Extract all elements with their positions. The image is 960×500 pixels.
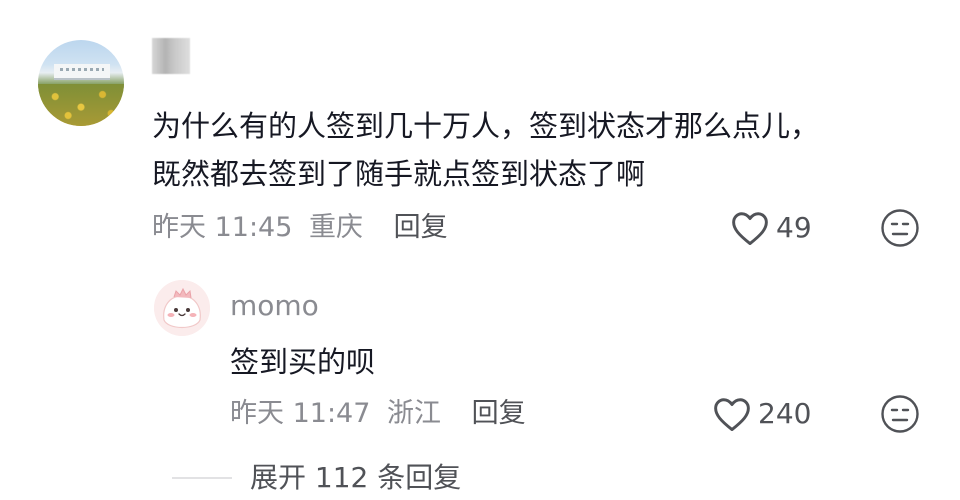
- comment-body: 为什么有的人签到几十万人，签到状态才那么点儿， 既然都去签到了随手就点签到状态了…: [152, 102, 912, 198]
- reply-time: 昨天 11:47: [230, 398, 371, 429]
- avatar-sunflower-field: [38, 84, 124, 126]
- commenter-name-blurred[interactable]: [152, 38, 190, 74]
- reply-reply-button[interactable]: 回复: [472, 398, 526, 429]
- comment-reply-button[interactable]: 回复: [394, 212, 448, 243]
- commenter-avatar[interactable]: [38, 40, 124, 126]
- comment-line-2: 既然都去签到了随手就点签到状态了啊: [152, 157, 646, 191]
- cute-cartoon-avatar-icon: [154, 280, 210, 336]
- comment-like-button[interactable]: 49: [730, 208, 812, 248]
- comment-line-1: 为什么有的人签到几十万人，签到状态才那么点儿，: [152, 109, 820, 143]
- comment-like-count: 49: [776, 211, 812, 244]
- reply-like-count: 240: [758, 397, 812, 430]
- avatar-building: [54, 64, 110, 80]
- reply-username[interactable]: momo: [230, 286, 319, 326]
- comment-location: 重庆: [309, 212, 363, 243]
- reply-like-button[interactable]: 240: [712, 394, 811, 434]
- expand-divider: [172, 477, 232, 479]
- comment-time: 昨天 11:45: [152, 212, 293, 243]
- comment-meta: 昨天 11:45 重庆 回复: [152, 208, 448, 248]
- meh-face-icon[interactable]: [880, 394, 920, 434]
- meh-face-icon[interactable]: [880, 208, 920, 248]
- reply-location: 浙江: [387, 398, 441, 429]
- reply-body: 签到买的呗: [230, 345, 376, 379]
- reply-meta: 昨天 11:47 浙江 回复: [230, 394, 526, 434]
- heart-outline-icon: [732, 212, 768, 246]
- heart-outline-icon: [714, 398, 750, 432]
- expand-replies-button[interactable]: 展开 112 条回复: [250, 458, 461, 498]
- reply-avatar[interactable]: [154, 280, 210, 336]
